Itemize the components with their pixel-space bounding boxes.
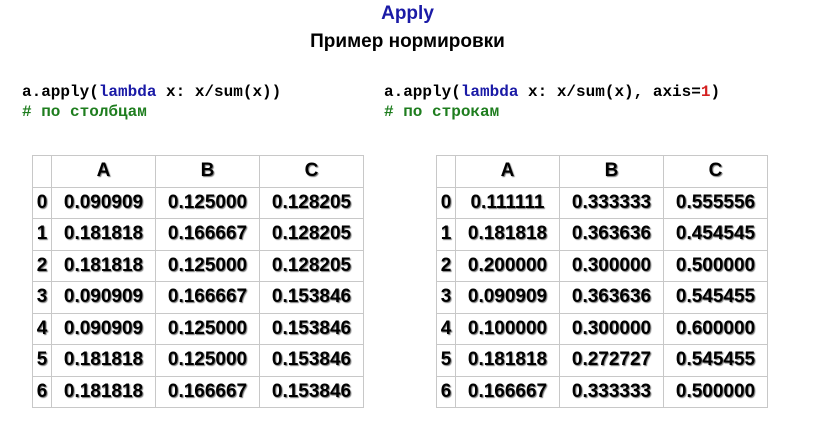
code-prefix: a.apply( xyxy=(22,83,99,101)
column-header: B xyxy=(155,155,260,188)
table-cell: 0.128205 xyxy=(259,249,364,282)
table-cell: 0.300000 xyxy=(559,249,664,282)
row-index: 1 xyxy=(436,218,456,251)
table-cell: 0.128205 xyxy=(259,186,364,219)
table-cell: 0.125000 xyxy=(155,344,260,377)
table-cell: 0.181818 xyxy=(51,375,156,408)
table-row: 5 0.181818 0.272727 0.545455 xyxy=(436,344,768,377)
row-index: 3 xyxy=(436,281,456,314)
table-header-row: A B C xyxy=(436,155,768,188)
table-row: 3 0.090909 0.166667 0.153846 xyxy=(32,281,364,314)
table-cell: 0.125000 xyxy=(155,186,260,219)
column-header: A xyxy=(455,155,560,188)
table-cell: 0.545455 xyxy=(663,281,768,314)
row-index: 2 xyxy=(436,249,456,282)
table-cell: 0.181818 xyxy=(455,344,560,377)
table-cell: 0.181818 xyxy=(455,218,560,251)
row-index: 3 xyxy=(32,281,52,314)
table-header-row: A B C xyxy=(32,155,364,188)
row-index: 2 xyxy=(32,249,52,282)
row-index: 5 xyxy=(32,344,52,377)
table-cell: 0.090909 xyxy=(51,186,156,219)
table-cell: 0.100000 xyxy=(455,312,560,345)
table-cell: 0.500000 xyxy=(663,375,768,408)
page-title: Apply xyxy=(381,3,434,24)
table-cell: 0.454545 xyxy=(663,218,768,251)
code-keyword: lambda xyxy=(460,83,519,101)
table-cell: 0.166667 xyxy=(155,375,260,408)
table-cell: 0.333333 xyxy=(559,375,664,408)
table-row: 1 0.181818 0.166667 0.128205 xyxy=(32,218,364,251)
table-cell: 0.181818 xyxy=(51,218,156,251)
code-suffix: x: x/sum(x)) xyxy=(156,83,282,101)
table-cell: 0.166667 xyxy=(455,375,560,408)
table-cell: 0.153846 xyxy=(259,375,364,408)
table-cell: 0.125000 xyxy=(155,249,260,282)
table-cell: 0.128205 xyxy=(259,218,364,251)
table-cell: 0.555556 xyxy=(663,186,768,219)
row-index: 0 xyxy=(32,186,52,219)
table-row: 2 0.200000 0.300000 0.500000 xyxy=(436,249,768,282)
table-cell: 0.153846 xyxy=(259,312,364,345)
row-index: 5 xyxy=(436,344,456,377)
table-row: 0 0.090909 0.125000 0.128205 xyxy=(32,186,364,219)
table-cell: 0.125000 xyxy=(155,312,260,345)
dataframe-columns-normalized: A B C 0 0.090909 0.125000 0.128205 1 0.1… xyxy=(32,155,364,408)
table-cell: 0.111111 xyxy=(455,186,560,219)
table-cell: 0.545455 xyxy=(663,344,768,377)
code-middle: x: x/sum(x), axis= xyxy=(518,83,701,101)
row-index: 1 xyxy=(32,218,52,251)
table-row: 2 0.181818 0.125000 0.128205 xyxy=(32,249,364,282)
table-cell: 0.333333 xyxy=(559,186,664,219)
code-block-rows: a.apply(lambda x: x/sum(x), axis=1) # по… xyxy=(384,82,720,122)
row-index: 4 xyxy=(32,312,52,345)
code-keyword: lambda xyxy=(98,83,157,101)
table-cell: 0.272727 xyxy=(559,344,664,377)
table-cell: 0.166667 xyxy=(155,218,260,251)
column-header: C xyxy=(663,155,768,188)
table-row: 1 0.181818 0.363636 0.454545 xyxy=(436,218,768,251)
table-row: 4 0.100000 0.300000 0.600000 xyxy=(436,312,768,345)
table-row: 4 0.090909 0.125000 0.153846 xyxy=(32,312,364,345)
table-cell: 0.500000 xyxy=(663,249,768,282)
row-index: 0 xyxy=(436,186,456,219)
code-comment: # по столбцам xyxy=(22,103,147,121)
table-row: 3 0.090909 0.363636 0.545455 xyxy=(436,281,768,314)
table-row: 0 0.111111 0.333333 0.555556 xyxy=(436,186,768,219)
row-index: 6 xyxy=(32,375,52,408)
table-cell: 0.363636 xyxy=(559,281,664,314)
column-header: C xyxy=(259,155,364,188)
table-cell: 0.300000 xyxy=(559,312,664,345)
table-cell: 0.153846 xyxy=(259,281,364,314)
code-prefix: a.apply( xyxy=(384,83,461,101)
table-cell: 0.166667 xyxy=(155,281,260,314)
code-suffix: ) xyxy=(710,83,721,101)
code-comment: # по строкам xyxy=(384,103,500,121)
column-header: B xyxy=(559,155,664,188)
table-cell: 0.090909 xyxy=(51,281,156,314)
table-cell: 0.600000 xyxy=(663,312,768,345)
table-cell: 0.200000 xyxy=(455,249,560,282)
code-block-columns: a.apply(lambda x: x/sum(x)) # по столбца… xyxy=(22,82,281,122)
table-cell: 0.181818 xyxy=(51,344,156,377)
index-header xyxy=(436,155,456,188)
table-cell: 0.363636 xyxy=(559,218,664,251)
dataframe-rows-normalized: A B C 0 0.111111 0.333333 0.555556 1 0.1… xyxy=(436,155,768,408)
index-header xyxy=(32,155,52,188)
table-cell: 0.090909 xyxy=(51,312,156,345)
table-cell: 0.181818 xyxy=(51,249,156,282)
row-index: 4 xyxy=(436,312,456,345)
table-row: 6 0.181818 0.166667 0.153846 xyxy=(32,375,364,408)
page-subtitle: Пример нормировки xyxy=(310,31,505,52)
table-cell: 0.153846 xyxy=(259,344,364,377)
table-cell: 0.090909 xyxy=(455,281,560,314)
table-row: 5 0.181818 0.125000 0.153846 xyxy=(32,344,364,377)
row-index: 6 xyxy=(436,375,456,408)
column-header: A xyxy=(51,155,156,188)
table-row: 6 0.166667 0.333333 0.500000 xyxy=(436,375,768,408)
